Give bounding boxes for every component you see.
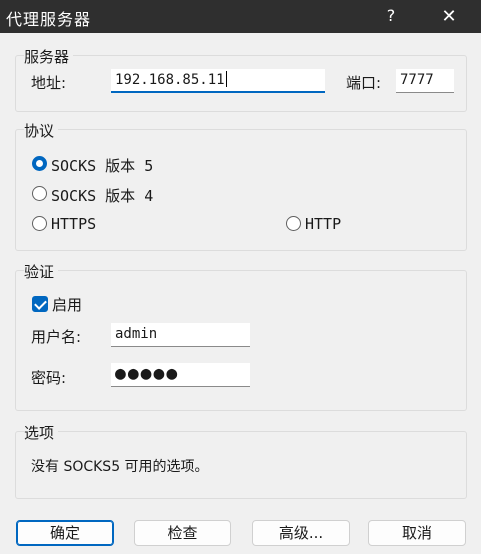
address-input[interactable]: 192.168.85.11 bbox=[111, 69, 325, 93]
title-bar: 代理服务器 ? ✕ bbox=[0, 0, 481, 33]
radio-socks5-label[interactable]: SOCKS 版本 5 bbox=[51, 155, 153, 176]
server-group-title: 服务器 bbox=[24, 46, 74, 67]
radio-socks5-indicator[interactable] bbox=[32, 156, 47, 171]
password-label: 密码: bbox=[31, 369, 67, 387]
password-input[interactable]: ●●●●● bbox=[111, 363, 250, 387]
cancel-button[interactable]: 取消 bbox=[368, 520, 466, 546]
radio-https-label[interactable]: HTTPS bbox=[51, 215, 96, 233]
address-value: 192.168.85.11 bbox=[115, 72, 225, 88]
advanced-button[interactable]: 高级... bbox=[252, 520, 350, 546]
username-value: admin bbox=[115, 326, 158, 342]
username-label: 用户名: bbox=[31, 328, 82, 346]
ok-button[interactable]: 确定 bbox=[16, 520, 114, 546]
window-title: 代理服务器 bbox=[6, 10, 92, 29]
radio-http-label[interactable]: HTTP bbox=[305, 215, 341, 233]
radio-socks4-indicator[interactable] bbox=[32, 186, 47, 201]
password-mask: ●●●●● bbox=[115, 363, 180, 384]
radio-socks4-label[interactable]: SOCKS 版本 4 bbox=[51, 185, 153, 206]
port-label: 端口: bbox=[346, 74, 382, 92]
port-value: 7777 bbox=[400, 72, 434, 88]
radio-http-indicator[interactable] bbox=[286, 216, 301, 231]
auth-group-title: 验证 bbox=[24, 261, 59, 282]
address-label: 地址: bbox=[31, 74, 67, 92]
check-button[interactable]: 检查 bbox=[134, 520, 231, 546]
protocol-group-title: 协议 bbox=[24, 120, 59, 141]
port-input[interactable]: 7777 bbox=[396, 69, 454, 93]
options-group-title: 选项 bbox=[24, 422, 59, 443]
text-caret bbox=[225, 71, 227, 87]
enable-auth-check-icon[interactable] bbox=[32, 296, 48, 312]
radio-https-indicator[interactable] bbox=[32, 216, 47, 231]
help-button[interactable]: ? bbox=[380, 5, 402, 27]
enable-auth-label[interactable]: 启用 bbox=[52, 294, 82, 315]
options-message: 没有 SOCKS5 可用的选项。 bbox=[31, 459, 209, 475]
username-input[interactable]: admin bbox=[111, 323, 250, 347]
close-button[interactable]: ✕ bbox=[436, 5, 462, 29]
